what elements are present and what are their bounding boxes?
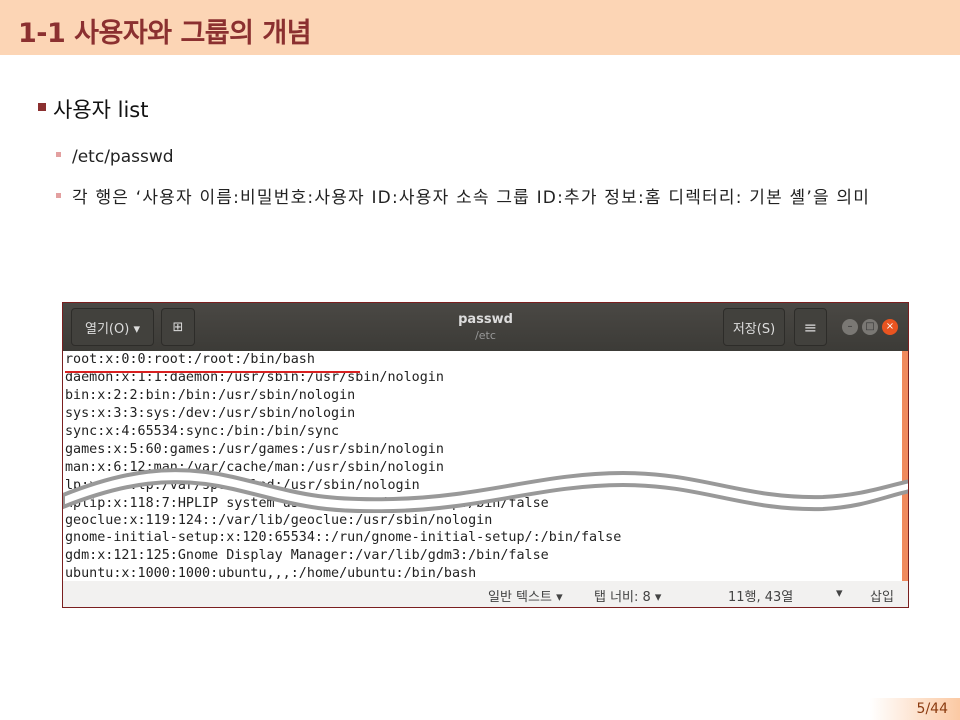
- title-bar: 열기(O) ▾ ⊞ passwd /etc 저장(S) ≡ – □ ×: [63, 303, 908, 351]
- sub-bullet-2: 각 행은 ‘사용자 이름:비밀번호:사용자 ID:사용자 소속 그룹 ID:추가…: [56, 181, 932, 215]
- page-number: 5/44: [870, 698, 960, 720]
- torn-wave: [63, 468, 908, 513]
- hamburger-icon[interactable]: ≡: [794, 308, 827, 346]
- maximize-icon[interactable]: □: [862, 319, 878, 335]
- save-button[interactable]: 저장(S): [723, 308, 785, 346]
- text-line: geoclue:x:119:124::/var/lib/geoclue:/usr…: [65, 513, 493, 528]
- bullet-square: [56, 192, 61, 198]
- text-line: root:x:0:0:root:/root:/bin/bash: [65, 352, 315, 367]
- cursor-position: 11행, 43열: [728, 590, 794, 605]
- sub-bullet-1: /etc/passwd: [56, 140, 916, 174]
- text-line: gnome-initial-setup:x:120:65534::/run/gn…: [65, 530, 622, 545]
- bullet-text: 사용자 list: [53, 98, 149, 122]
- sub-bullet-text: 각 행은 ‘사용자 이름:비밀번호:사용자 ID:사용자 소속 그룹 ID:추가…: [72, 188, 871, 208]
- bullet-square: [56, 151, 61, 157]
- text-line: games:x:5:60:games:/usr/games:/usr/sbin/…: [65, 442, 444, 457]
- sub-bullet-text: /etc/passwd: [72, 147, 174, 167]
- text-line: gdm:x:121:125:Gnome Display Manager:/var…: [65, 548, 549, 563]
- text-line: sync:x:4:65534:sync:/bin:/bin/sync: [65, 424, 340, 439]
- bullet-square: [38, 103, 46, 111]
- gedit-window: 열기(O) ▾ ⊞ passwd /etc 저장(S) ≡ – □ × root…: [62, 302, 909, 608]
- slide-title: 1-1 사용자와 그룹의 개념: [18, 18, 312, 49]
- chevron-down-icon[interactable]: ▾: [836, 586, 843, 601]
- slide-header: 1-1 사용자와 그룹의 개념: [0, 0, 960, 55]
- insert-mode: 삽입: [870, 590, 894, 605]
- tab-width-dropdown[interactable]: 탭 너비: 8 ▾: [594, 586, 661, 605]
- status-bar: 일반 텍스트 ▾ 탭 너비: 8 ▾ 11행, 43열 ▾ 삽입: [63, 581, 908, 607]
- close-icon[interactable]: ×: [882, 319, 898, 335]
- minimize-icon[interactable]: –: [842, 319, 858, 335]
- syntax-dropdown[interactable]: 일반 텍스트 ▾: [488, 586, 563, 605]
- text-line: sys:x:3:3:sys:/dev:/usr/sbin/nologin: [65, 406, 356, 421]
- bullet-main: 사용자 list: [38, 94, 148, 124]
- underline-root: [65, 371, 360, 373]
- text-line: ubuntu:x:1000:1000:ubuntu,,,:/home/ubunt…: [65, 566, 477, 581]
- text-line: bin:x:2:2:bin:/bin:/usr/sbin/nologin: [65, 388, 356, 403]
